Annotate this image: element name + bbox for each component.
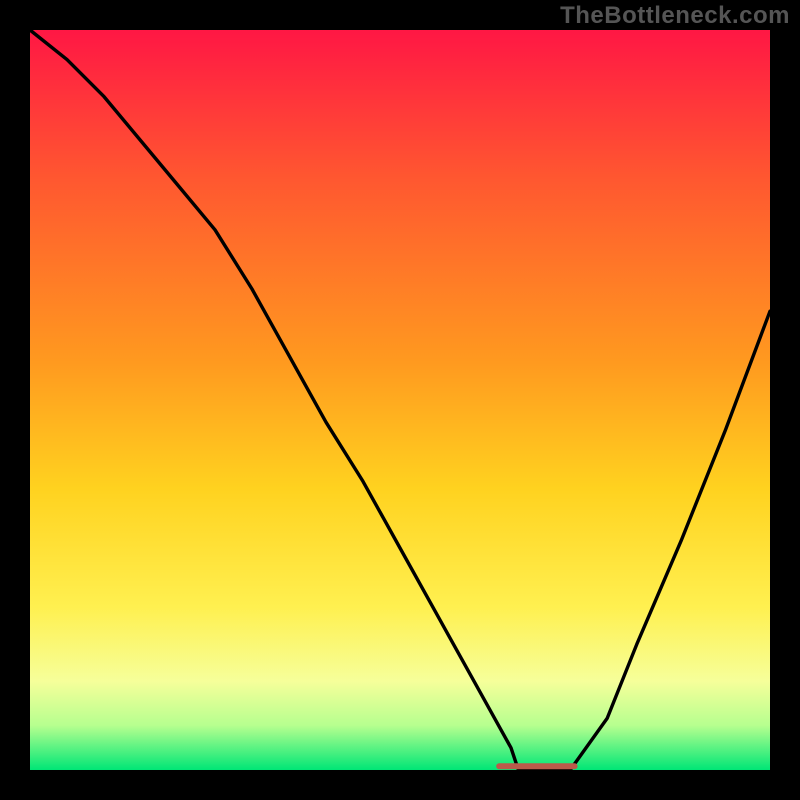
watermark-text: TheBottleneck.com	[560, 2, 790, 30]
valley-marker-band	[496, 763, 577, 769]
bottleneck-chart	[0, 0, 800, 800]
chart-container: TheBottleneck.com	[0, 0, 800, 800]
